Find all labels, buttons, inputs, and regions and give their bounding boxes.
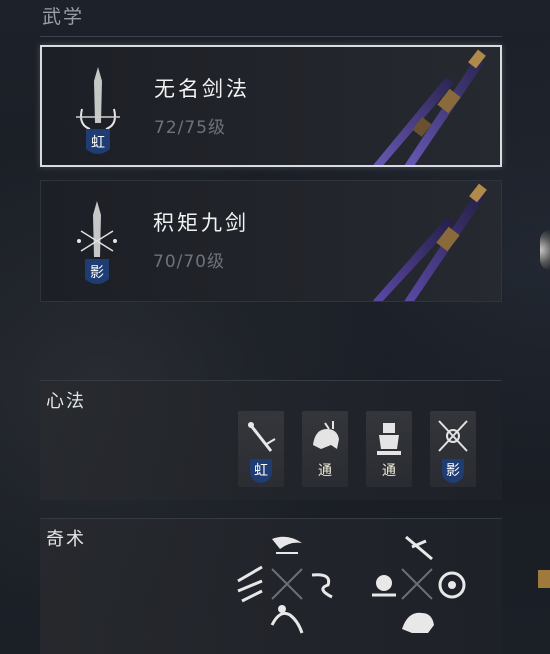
claw-icon xyxy=(272,536,302,554)
strike-icon xyxy=(405,535,433,561)
panel-title: 奇术 xyxy=(46,529,86,550)
skill-card-wuming[interactable]: 虹 无名剑法 72/75级 xyxy=(40,45,502,167)
qishu-panel: 奇术 xyxy=(40,518,502,654)
ability-cluster-2[interactable] xyxy=(362,529,472,639)
purple-sword-art xyxy=(372,183,487,301)
xinfa-badge: 影 xyxy=(442,459,464,483)
leap-icon xyxy=(270,605,304,634)
xinfa-panel: 心法 虹 通 通 影 xyxy=(40,380,502,500)
panel-title: 心法 xyxy=(46,391,86,412)
xinfa-slot[interactable]: 通 xyxy=(366,411,412,487)
skill-badge: 影 xyxy=(90,265,104,281)
skill-level: 70/70级 xyxy=(153,252,225,272)
skill-name: 无名剑法 xyxy=(154,77,250,101)
skill-name: 积矩九剑 xyxy=(153,211,249,235)
edge-tab[interactable] xyxy=(538,570,550,588)
xinfa-badge: 通 xyxy=(382,463,396,479)
twin-blades-icon xyxy=(438,420,468,452)
xinfa-badge: 通 xyxy=(318,463,332,479)
xinfa-slot[interactable]: 虹 xyxy=(238,411,284,487)
martial-arts-page: { "section": { "title": "武学" }, "skills"… xyxy=(0,0,550,654)
statue-icon xyxy=(377,423,401,455)
beast-icon xyxy=(313,421,339,449)
swirl-icon xyxy=(311,573,333,599)
section-title: 武学 xyxy=(42,6,85,28)
horse-icon xyxy=(402,612,434,633)
skill-level: 72/75级 xyxy=(154,118,226,138)
sword-skill-icon: 影 xyxy=(77,201,117,284)
sword-hilt-icon xyxy=(247,422,276,452)
xinfa-slot[interactable]: 影 xyxy=(430,411,476,487)
purple-sword-art xyxy=(373,49,486,165)
skill-card-jiju[interactable]: 影 积矩九剑 70/70级 xyxy=(40,180,502,302)
skill-badge: 虹 xyxy=(91,135,105,151)
xinfa-slot[interactable]: 通 xyxy=(302,411,348,487)
sword-skill-icon: 虹 xyxy=(76,67,120,154)
ability-cluster-1[interactable] xyxy=(232,529,342,639)
fist-icon xyxy=(372,575,396,597)
section-divider xyxy=(40,36,502,37)
edge-orb xyxy=(540,230,550,270)
arrows-icon xyxy=(237,565,263,603)
circle-palm-icon xyxy=(438,571,466,599)
xinfa-badge: 虹 xyxy=(250,459,272,483)
